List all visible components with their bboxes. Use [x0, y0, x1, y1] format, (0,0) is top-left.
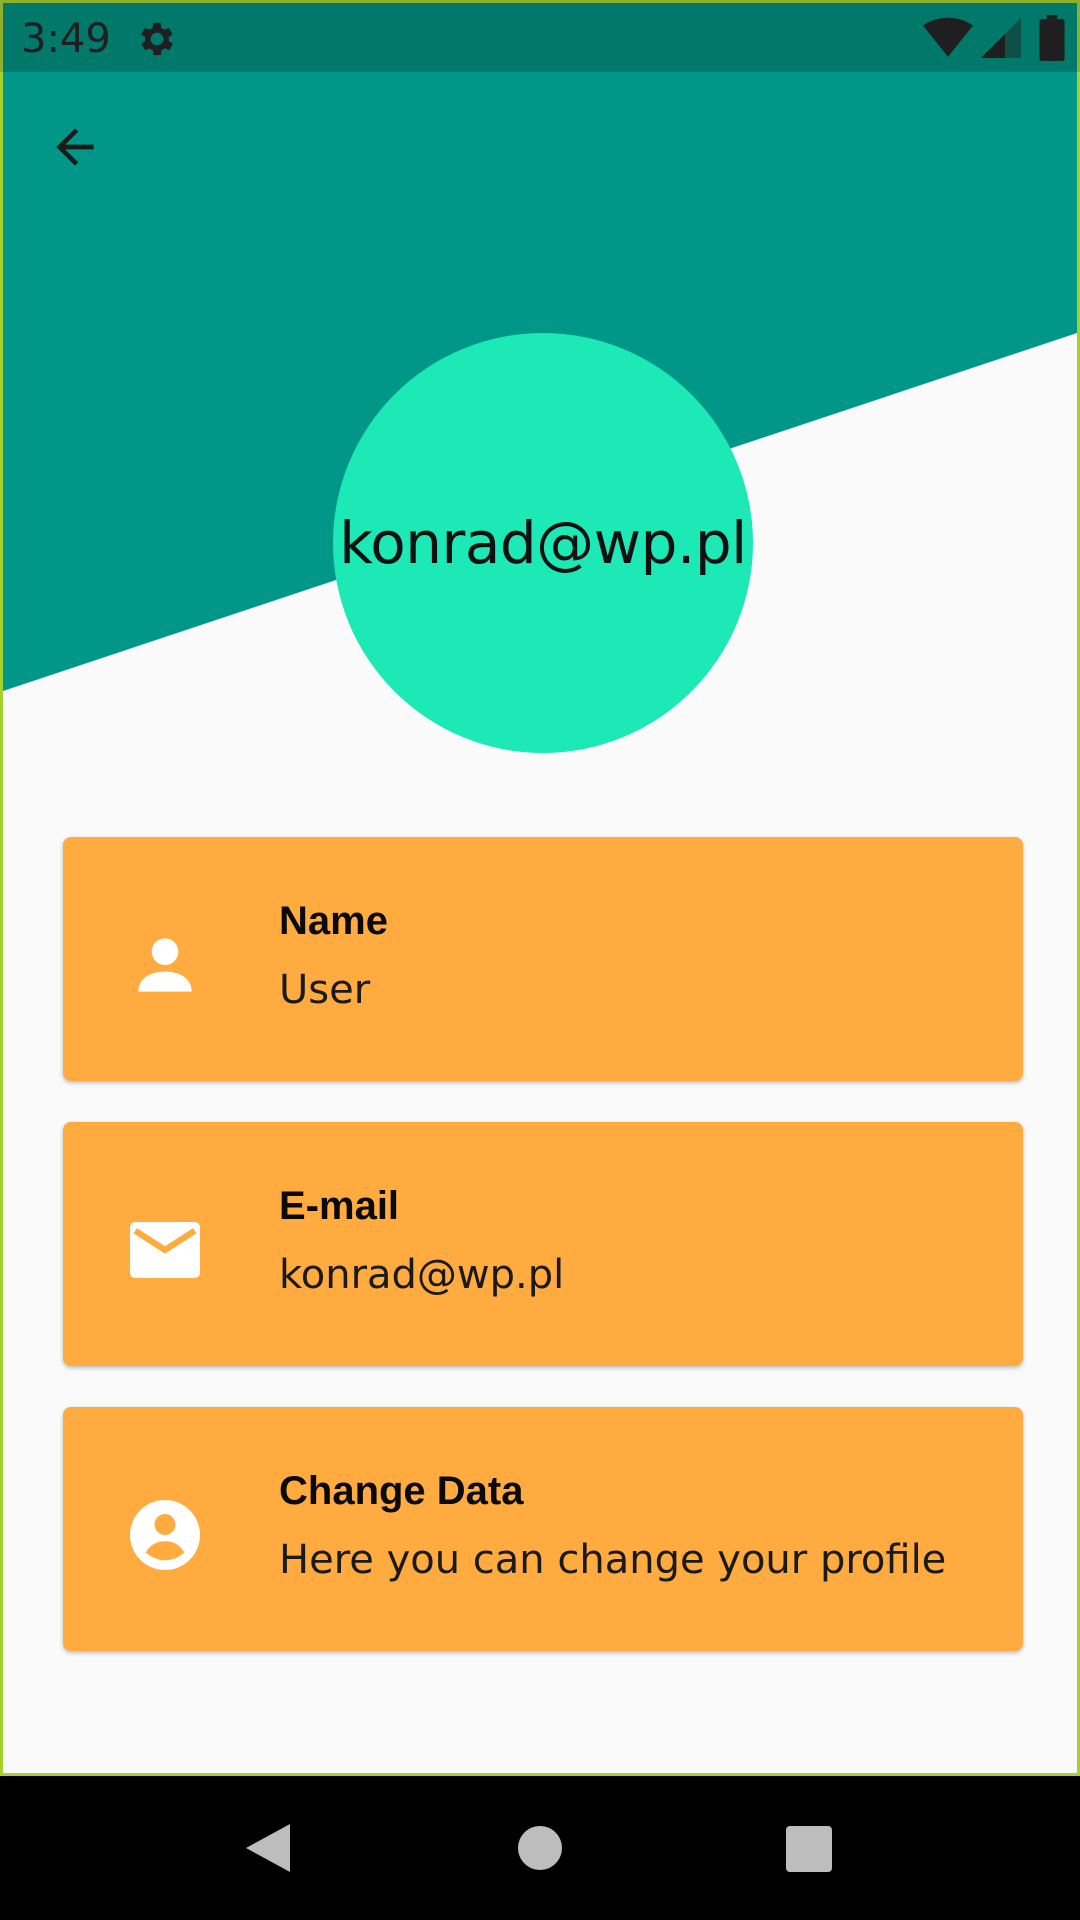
avatar-email-text: konrad@wp.pl	[339, 509, 747, 577]
name-card-title: Name	[279, 899, 388, 943]
cell-signal-icon	[981, 18, 1021, 58]
status-bar: 3:49	[0, 0, 1080, 72]
gear-icon	[141, 22, 173, 56]
avatar: konrad@wp.pl	[333, 333, 753, 753]
nav-back-button[interactable]	[244, 1822, 292, 1874]
status-time: 3:49	[21, 16, 111, 62]
name-card-value: User	[279, 967, 371, 1013]
back-button[interactable]	[39, 111, 111, 183]
email-card: E-mail konrad@wp.pl	[63, 1122, 1023, 1366]
email-card-value: konrad@wp.pl	[279, 1252, 565, 1298]
nav-home-button[interactable]	[518, 1826, 562, 1870]
email-card-title: E-mail	[279, 1184, 400, 1228]
change-data-card[interactable]: Change Data Here you can change your pro…	[63, 1407, 1023, 1651]
battery-icon	[1039, 15, 1065, 61]
account-circle-icon	[115, 1485, 215, 1585]
wifi-icon	[923, 17, 973, 57]
envelope-icon	[115, 1200, 215, 1300]
change-data-card-value: Here you can change your profile	[279, 1537, 947, 1583]
profile-screen: konrad@wp.pl Name User E-mail konrad@wp.…	[0, 0, 1080, 1776]
arrow-left-icon	[56, 128, 94, 166]
person-icon	[115, 915, 215, 1015]
name-card: Name User	[63, 837, 1023, 1081]
nav-recents-button[interactable]	[786, 1826, 832, 1872]
change-data-card-title: Change Data	[279, 1469, 524, 1513]
